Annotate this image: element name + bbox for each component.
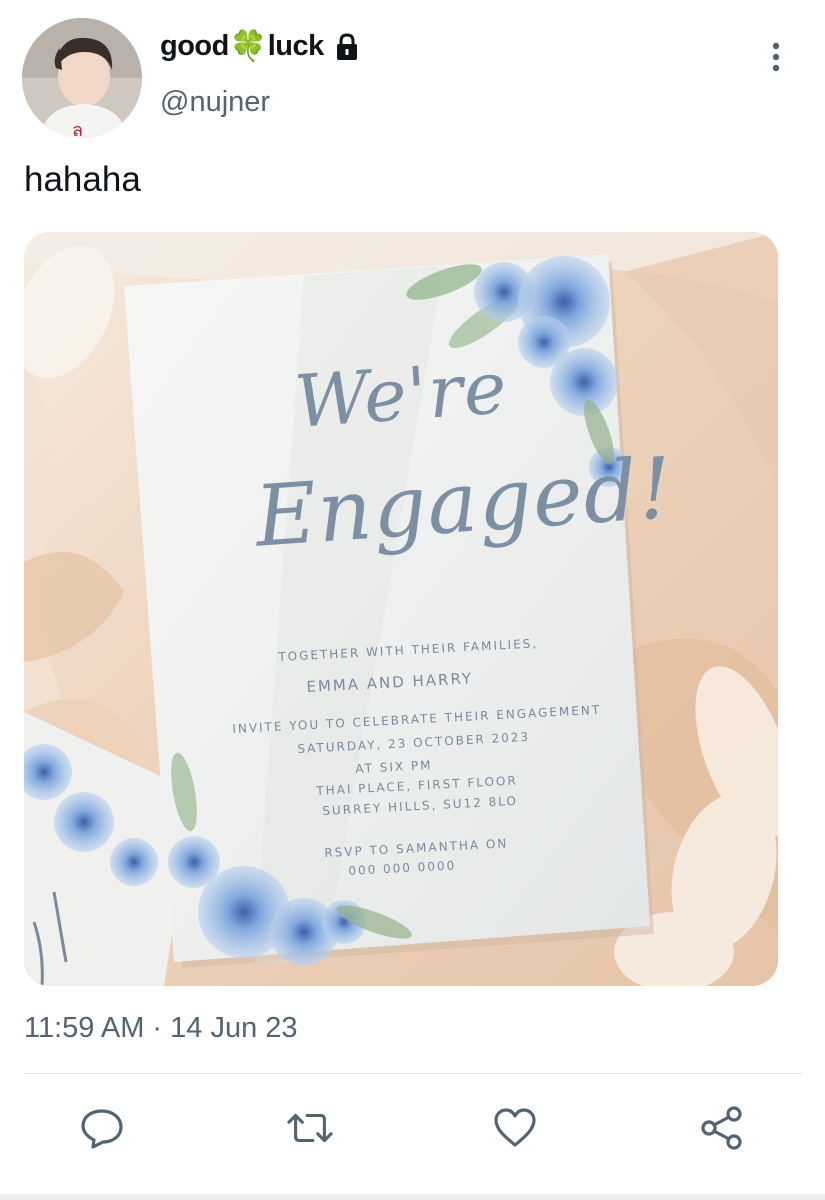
invitation-photo bbox=[24, 232, 778, 986]
clover-emoji: 🍀 bbox=[229, 29, 267, 63]
display-name-part2: luck bbox=[267, 30, 325, 62]
share-icon bbox=[701, 1106, 742, 1150]
reply-icon bbox=[81, 1109, 123, 1149]
avatar[interactable]: ล bbox=[22, 18, 142, 138]
tweet-timestamp[interactable]: 11:59 AM · 14 Jun 23 bbox=[24, 1012, 298, 1045]
tweet-image[interactable]: We're Engaged! TOGETHER WITH THEIR FAMIL… bbox=[24, 232, 778, 986]
divider bbox=[24, 1073, 802, 1074]
reply-button[interactable] bbox=[78, 1104, 126, 1152]
tweet: ล good 🍀 luck @nujner hahaha We're Engag… bbox=[0, 0, 825, 1200]
retweet-icon bbox=[287, 1113, 333, 1143]
heart-icon bbox=[494, 1108, 536, 1147]
avatar-photo: ล bbox=[22, 18, 142, 138]
tweet-text: hahaha bbox=[24, 160, 141, 199]
bottom-edge bbox=[0, 1194, 825, 1200]
share-button[interactable] bbox=[698, 1104, 746, 1152]
more-options-icon[interactable] bbox=[764, 40, 788, 76]
user-handle[interactable]: @nujner bbox=[160, 86, 270, 119]
display-name-part1: good bbox=[160, 30, 229, 62]
svg-text:ล: ล bbox=[72, 120, 83, 138]
display-name[interactable]: good 🍀 luck bbox=[160, 30, 362, 63]
retweet-button[interactable] bbox=[286, 1104, 334, 1152]
like-button[interactable] bbox=[491, 1104, 539, 1152]
lock-icon bbox=[332, 32, 362, 62]
